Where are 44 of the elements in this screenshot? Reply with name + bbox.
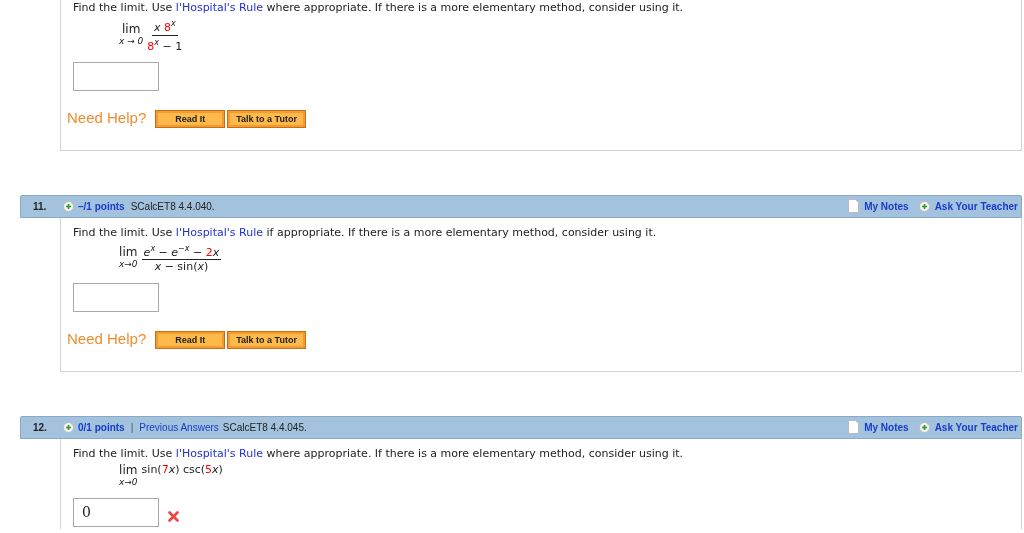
rule-link[interactable]: l'Hospital's Rule [175,225,263,239]
question-text: Find the limit. Use l'Hospital's Rule where appropriate. If there is a more elementary method, consider using it. [73,0,685,16]
note-icon [848,199,860,214]
limit-label: lim [122,23,141,36]
tutor-button[interactable]: Talk to a Tutor [228,110,305,127]
plus-icon [63,200,74,212]
ask-teacher-link[interactable]: Ask Your Teacher [934,419,1018,435]
numerator: x 8$^{x}$ [151,18,178,36]
points-link[interactable]: 0/1 points [78,419,125,435]
my-notes-link[interactable]: My Notes [864,198,909,214]
previous-answers-link[interactable]: Previous Answers [139,419,219,435]
answer-field[interactable] [73,62,159,92]
question-text: Find the limit. Use l'Hospital's Rule if appropriate. If there is a more elementary method, consider using it. [73,224,658,241]
separator: | [130,420,134,435]
limit-subscript: x→0 [119,475,138,488]
need-help-label: Need Help? [67,329,147,350]
need-help-label: Need Help? [67,108,147,129]
note-icon [848,420,860,435]
question-text: Find the limit. Use l'Hospital's Rule where appropriate. If there is a more elementary method, consider using it. [73,445,685,462]
limit-label: lim [119,463,138,476]
limit-subscript: x→0 [119,258,138,271]
read-it-button[interactable]: Read It [156,110,225,127]
numerator: e$^{x}$ − e$^{−}$$^{x}$ − 2x [141,242,222,261]
limit-subscript: x → 0 [119,35,144,48]
my-notes-link[interactable]: My Notes [864,419,909,435]
expression: sin(7x) csc(5x) [141,463,223,476]
denominator: 8$^{x}$ − 1 [147,36,183,53]
plus-icon [63,421,74,433]
plus-icon [918,421,930,433]
rule-link[interactable]: l'Hospital's Rule [175,446,263,460]
plus-icon [918,200,930,212]
denominator: x − sin(x) [154,260,209,274]
answer-field[interactable]: 0 [73,497,159,527]
problem-number: 12. [33,420,48,435]
problem-number: 11. [33,199,48,214]
problem-source: SCalcET8 4.4.040. [130,199,215,214]
rule-link[interactable]: l'Hospital's Rule [175,1,263,14]
answer-field[interactable] [73,283,159,313]
points-link[interactable]: –/1 points [78,198,125,214]
tutor-button[interactable]: Talk to a Tutor [228,331,305,348]
read-it-button[interactable]: Read It [156,331,225,348]
limit-label: lim [119,246,138,259]
ask-teacher-link[interactable]: Ask Your Teacher [934,198,1018,214]
problem-source: SCalcET8 4.4.045. [222,420,307,435]
